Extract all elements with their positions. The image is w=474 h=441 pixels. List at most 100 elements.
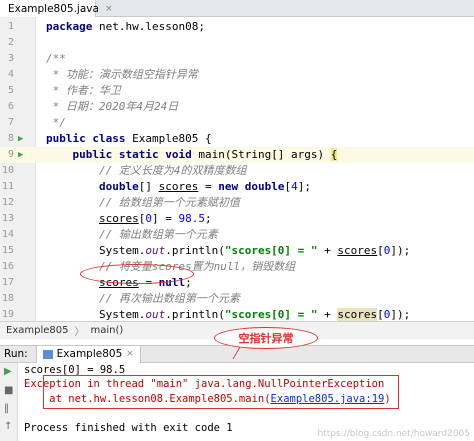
code-token: +	[317, 244, 338, 257]
run-gutter-icon[interactable]: ▶	[18, 147, 23, 163]
code-token: ];	[297, 180, 311, 193]
code-text: public class Example805 {	[46, 131, 212, 147]
code-token: net.hw.lesson08;	[92, 20, 205, 33]
code-token: out	[145, 244, 166, 257]
console-toolbar: ▶ ■ ‖ ↑	[0, 363, 18, 441]
up-arrow-icon[interactable]: ↑	[4, 421, 12, 432]
code-line[interactable]: 8 ▶ public class Example805 {	[0, 131, 474, 147]
code-line[interactable]: 7 */	[0, 115, 474, 131]
code-line[interactable]: 2	[0, 35, 474, 51]
breadcrumb-method[interactable]: main()	[90, 325, 123, 336]
run-tab[interactable]: Example805 ×	[35, 345, 141, 363]
code-line[interactable]: 17 scores = null;	[0, 275, 474, 291]
code-text: * 日期：2020年4月24日	[46, 99, 179, 115]
code-line[interactable]: 4 * 功能：演示数组空指针异常	[0, 67, 474, 83]
rerun-icon[interactable]: ▶	[4, 366, 12, 377]
line-number: 17	[1, 277, 14, 288]
run-gutter-icon[interactable]: ▶	[18, 131, 23, 147]
line-number: 16	[1, 261, 14, 272]
breadcrumb-class[interactable]: Example805	[6, 325, 68, 336]
code-token: ] =	[151, 212, 179, 225]
line-number: 13	[1, 213, 14, 224]
code-token: .println(	[165, 308, 225, 321]
code-token: * 日期：2020年4月24日	[46, 100, 179, 113]
code-token: public class	[46, 132, 126, 145]
code-line[interactable]: 3 /**	[0, 51, 474, 67]
close-icon[interactable]: ×	[105, 4, 113, 14]
line-number: 2	[7, 37, 14, 48]
code-token: // 给数组第一个元素赋初值	[98, 196, 240, 209]
code-token: ]);	[390, 244, 411, 257]
line-number: 4	[7, 69, 14, 80]
close-icon[interactable]: ×	[126, 349, 134, 359]
code-line[interactable]: 13 scores[0] = 98.5;	[0, 211, 474, 227]
code-token: // 定义长度为4的双精度数组	[98, 164, 247, 177]
code-line[interactable]: 9 ▶ public static void main(String[] args…	[0, 147, 474, 163]
breadcrumb-separator: 〉	[74, 327, 85, 338]
line-number: 5	[7, 85, 14, 96]
line-number: 11	[1, 181, 14, 192]
code-token: scores	[337, 308, 378, 321]
code-token: 4	[291, 180, 298, 193]
code-text: */	[46, 115, 66, 131]
code-editor[interactable]: 1 package net.hw.lesson08; 2 3 /** 4 * 功能：演示数…	[0, 17, 474, 337]
line-number: 15	[1, 245, 14, 256]
code-text: // 再次输出数组第一个元素	[46, 291, 240, 307]
line-number: 12	[1, 197, 14, 208]
annotation-text: 空指针异常	[238, 332, 294, 345]
code-text: // 定义长度为4的双精度数组	[46, 163, 247, 179]
line-number: 18	[1, 293, 14, 304]
code-text: // 给数组第一个元素赋初值	[46, 195, 240, 211]
code-token: []	[138, 180, 159, 193]
run-config-icon	[42, 349, 53, 359]
code-token: =	[198, 180, 219, 193]
code-line[interactable]: 5 * 作者：华卫	[0, 83, 474, 99]
annotation-bubble: 空指针异常	[214, 327, 318, 349]
code-line[interactable]: 16 // 将变量scores置为null，销毁数组	[0, 259, 474, 275]
line-number: 1	[7, 21, 14, 32]
code-text: package net.hw.lesson08;	[46, 19, 205, 35]
code-text: public static void main(String[] args) {	[46, 147, 338, 163]
code-token: System.	[46, 308, 146, 321]
code-line[interactable]: 12 // 给数组第一个元素赋初值	[0, 195, 474, 211]
code-token: package	[46, 20, 93, 33]
code-text: // 输出数组第一个元素	[46, 227, 218, 243]
code-token: "scores[0] = "	[224, 308, 318, 321]
code-line[interactable]: 6 * 日期：2020年4月24日	[0, 99, 474, 115]
code-line[interactable]: 1 package net.hw.lesson08;	[0, 19, 474, 35]
code-token: main(String[] args)	[191, 148, 331, 161]
code-token: * 功能：演示数组空指针异常	[46, 68, 198, 81]
line-number: 10	[1, 165, 14, 176]
code-token: scores	[337, 244, 378, 257]
code-token: public static void	[72, 148, 192, 161]
code-line[interactable]: 14 // 输出数组第一个元素	[0, 227, 474, 243]
line-number: 7	[7, 117, 14, 128]
console-finish-line: Process finished with exit code 1	[24, 422, 233, 434]
code-text: double[] scores = new double[4];	[46, 179, 311, 195]
code-token: [	[377, 244, 384, 257]
stop-icon[interactable]: ■	[4, 385, 13, 396]
code-line[interactable]: 15 System.out.println("scores[0] = " + s…	[0, 243, 474, 259]
code-token: "scores[0] = "	[224, 244, 318, 257]
code-token: Example805 {	[125, 132, 212, 145]
code-line[interactable]: 18 // 再次输出数组第一个元素	[0, 291, 474, 307]
error-highlight-box	[43, 375, 399, 409]
tab-example805-java[interactable]: Example805.java ×	[0, 0, 112, 17]
code-token: ]);	[390, 308, 411, 321]
tab-label: Example805.java	[8, 2, 99, 15]
code-line[interactable]: 10 // 定义长度为4的双精度数组	[0, 163, 474, 179]
line-number: 9	[7, 149, 14, 160]
code-line[interactable]: 11 double[] scores = new double[4];	[0, 179, 474, 195]
code-token: .println(	[165, 244, 225, 257]
code-text: scores[0] = 98.5;	[46, 211, 212, 227]
code-token: // 再次输出数组第一个元素	[98, 292, 240, 305]
code-token: new double	[218, 180, 285, 193]
code-token: double	[98, 180, 139, 193]
pause-icon[interactable]: ‖	[4, 403, 9, 414]
